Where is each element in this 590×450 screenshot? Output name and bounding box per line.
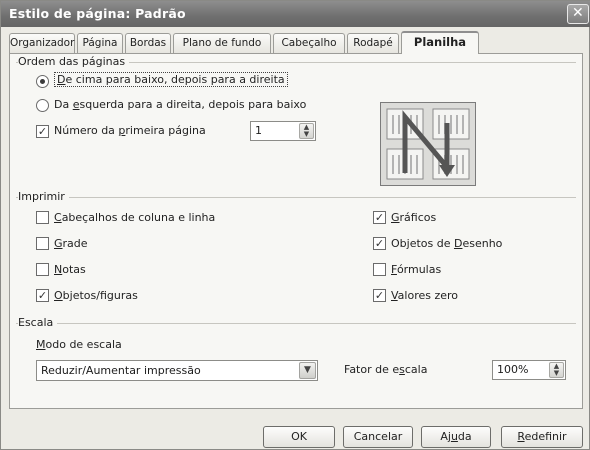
- scale-factor-label: Fator de escala: [344, 363, 428, 376]
- page-order-preview-image: [380, 102, 476, 186]
- scale-mode-select[interactable]: Reduzir/Aumentar impressão ▼: [36, 360, 318, 381]
- dialog-title: Estilo de página: Padrão: [9, 6, 186, 21]
- col-row-headers-label: Cabeçalhos de coluna e linha: [54, 211, 216, 224]
- close-icon[interactable]: ✕: [567, 4, 589, 24]
- group-separator: [16, 323, 576, 324]
- tab-organizador[interactable]: Organizador: [9, 33, 75, 53]
- title-bar: Estilo de página: Padrão ✕: [1, 1, 590, 27]
- grid-label: Grade: [54, 237, 88, 250]
- reset-button[interactable]: Redefinir: [501, 426, 583, 448]
- spin-stepper[interactable]: ▲ ▼: [549, 362, 564, 378]
- formulas-label: Fórmulas: [391, 263, 442, 276]
- objects-figures-label: Objetos/figuras: [54, 289, 138, 302]
- checkbox-col-row-headers[interactable]: [36, 211, 49, 224]
- tab-bordas[interactable]: Bordas: [125, 33, 171, 53]
- radio-left-right[interactable]: [36, 99, 49, 112]
- scale-mode-label: Modo de escala: [36, 338, 122, 351]
- radio-left-right-label[interactable]: Da esquerda para a direita, depois para …: [54, 98, 306, 111]
- radio-top-bottom[interactable]: [36, 75, 49, 88]
- checkbox-grid[interactable]: [36, 237, 49, 250]
- spin-down-icon[interactable]: ▼: [550, 370, 563, 377]
- first-page-number-checkbox[interactable]: ✓: [36, 125, 49, 138]
- zero-values-label: Valores zero: [391, 289, 459, 302]
- radio-top-bottom-label[interactable]: De cima para baixo, depois para a direit…: [54, 72, 288, 87]
- spin-stepper[interactable]: ▲ ▼: [299, 123, 314, 139]
- charts-label: Gráficos: [391, 211, 437, 224]
- checkbox-zero-values[interactable]: ✓: [373, 289, 386, 302]
- tab-cabecalho[interactable]: Cabeçalho: [273, 33, 345, 53]
- cancel-button[interactable]: Cancelar: [343, 426, 413, 448]
- page-style-dialog: Estilo de página: Padrão ✕ Organizador P…: [0, 0, 590, 450]
- spin-down-icon[interactable]: ▼: [300, 131, 313, 138]
- page-order-group-label: Ordem das páginas: [18, 55, 130, 68]
- checkbox-notes[interactable]: [36, 263, 49, 276]
- first-page-number-input[interactable]: 1 ▲ ▼: [250, 121, 316, 141]
- scale-factor-input[interactable]: 100% ▲ ▼: [492, 360, 566, 380]
- scale-group-label: Escala: [18, 316, 58, 329]
- help-button[interactable]: Ajuda: [421, 426, 491, 448]
- page-order-diagram-icon: [381, 103, 475, 185]
- group-separator: [16, 197, 576, 198]
- tab-pagina[interactable]: Página: [77, 33, 123, 53]
- drawing-objects-label: Objetos de Desenho: [391, 237, 503, 250]
- tab-rodape[interactable]: Rodapé: [347, 33, 399, 53]
- ok-button[interactable]: OK: [263, 426, 335, 448]
- first-page-number-label: Número da primeira página: [54, 124, 206, 137]
- checkbox-drawing-objects[interactable]: ✓: [373, 237, 386, 250]
- notes-label: Notas: [54, 263, 86, 276]
- tab-panel-planilha: Ordem das páginas De cima para baixo, de…: [9, 53, 583, 409]
- checkbox-formulas[interactable]: [373, 263, 386, 276]
- tab-plano-de-fundo[interactable]: Plano de fundo: [173, 33, 271, 53]
- checkbox-charts[interactable]: ✓: [373, 211, 386, 224]
- tab-planilha[interactable]: Planilha: [401, 31, 479, 54]
- chevron-down-icon[interactable]: ▼: [299, 362, 316, 379]
- checkbox-objects-figures[interactable]: ✓: [36, 289, 49, 302]
- print-group-label: Imprimir: [18, 190, 69, 203]
